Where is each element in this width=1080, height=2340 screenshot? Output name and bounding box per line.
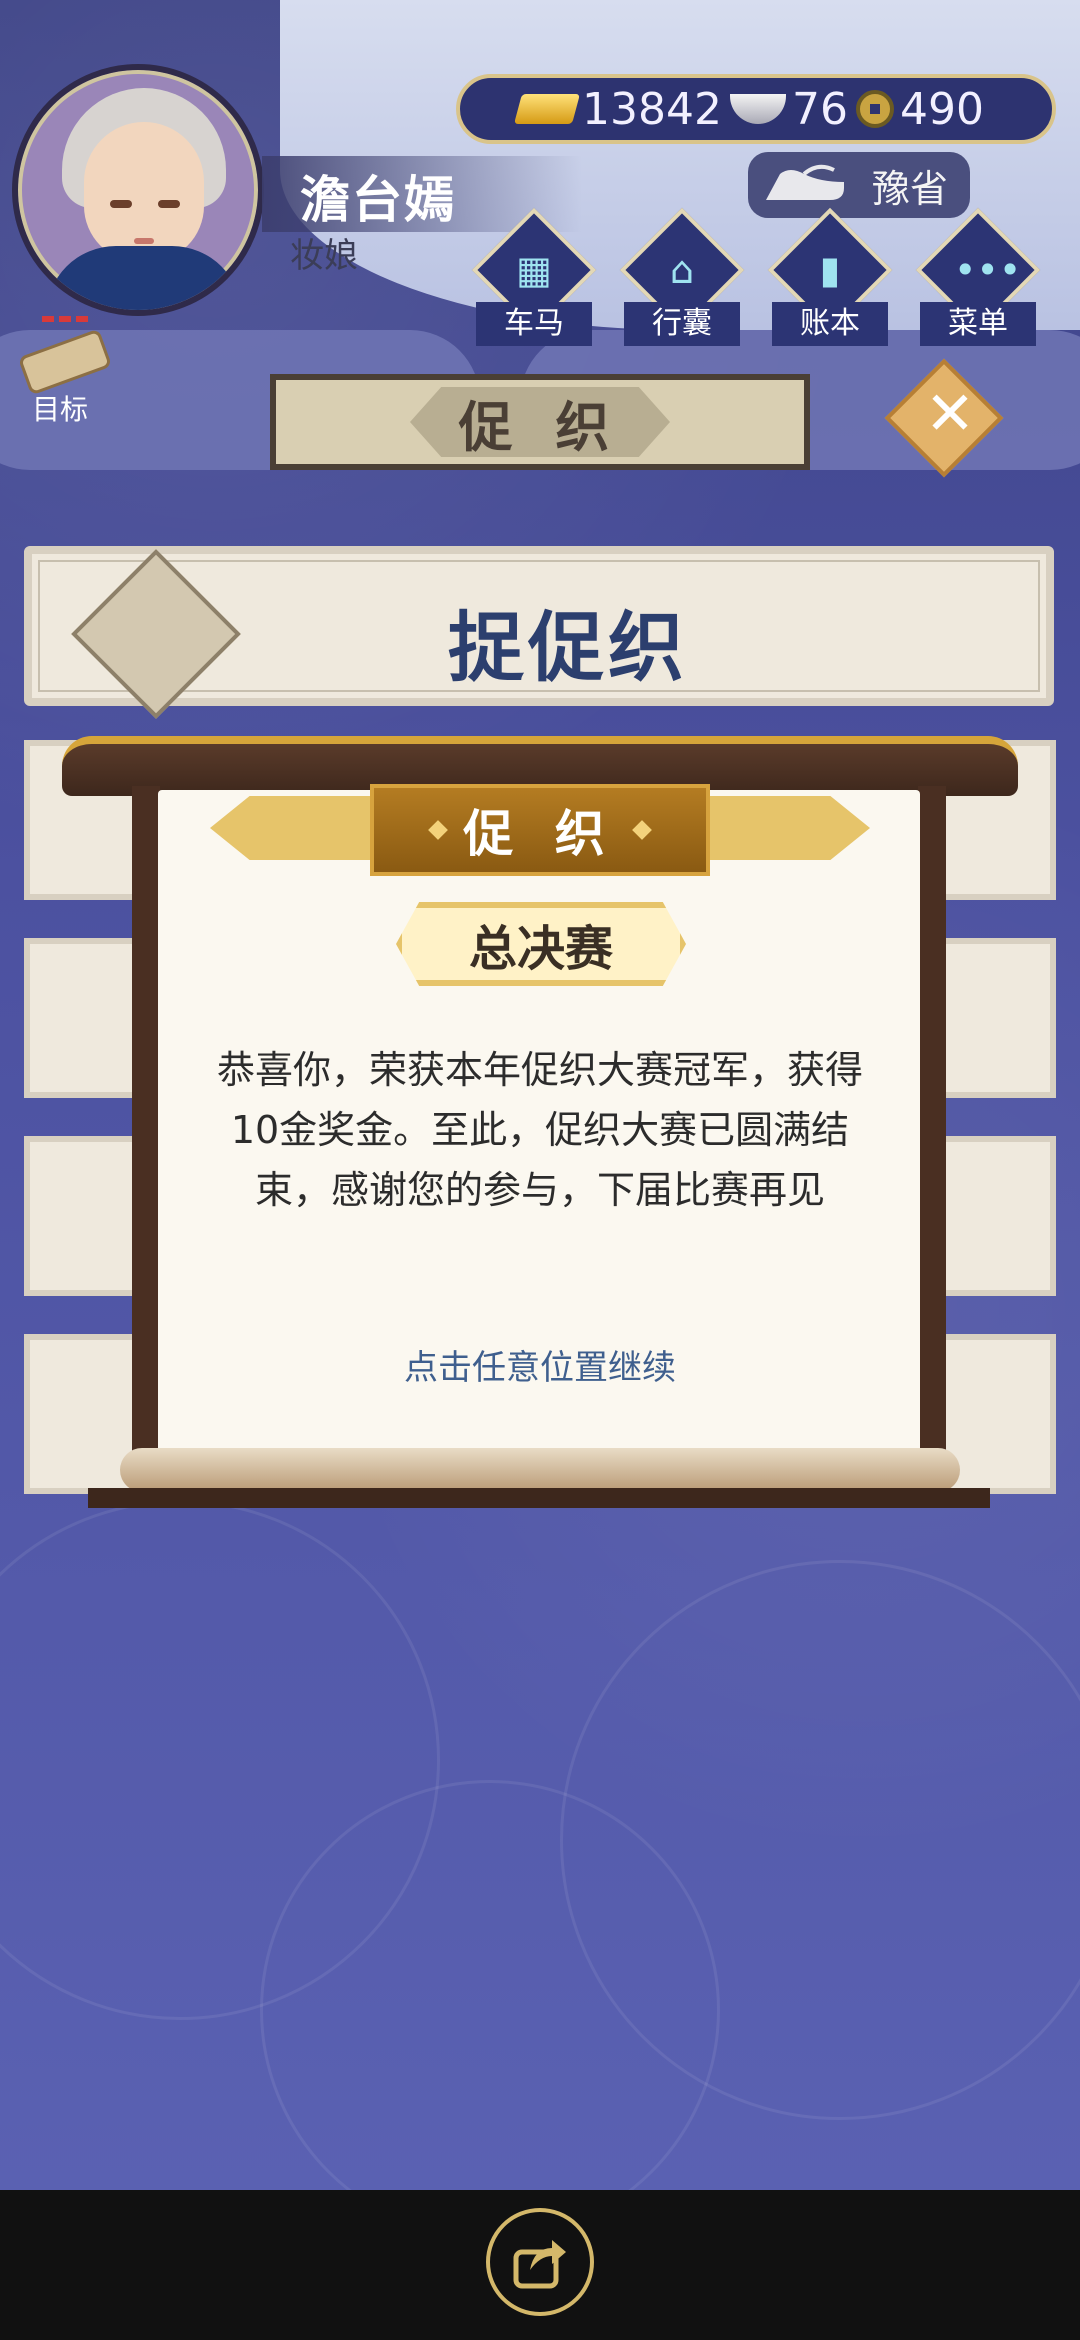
nav-bag-label: 行囊 (624, 302, 740, 346)
nav-ledger-label: 账本 (772, 302, 888, 346)
page-title-banner: 促 织 (270, 374, 810, 470)
dialog-message: 恭喜你，荣获本年促织大赛冠军，获得10金奖金。至此，促织大赛已圆满结束，感谢您的… (216, 1048, 863, 1212)
player-name: 澹台嫣 (300, 171, 456, 229)
nav-carriage-label: 车马 (476, 302, 592, 346)
goal-label: 目标 (32, 393, 89, 426)
avatar-eye (110, 200, 132, 208)
gold-bar-icon (513, 94, 581, 124)
bag-icon: ⌂ (669, 248, 695, 292)
list-item-edge (936, 938, 1056, 1098)
list-item-edge (24, 938, 144, 1098)
ledger-icon: ▮ (819, 248, 841, 292)
copper-coin-icon (855, 90, 894, 128)
nav-bag-button[interactable]: ⌂ 行囊 (618, 207, 746, 346)
dialog-scroll-roll (120, 1448, 960, 1492)
share-button[interactable] (486, 2208, 594, 2316)
avatar-mouth (134, 238, 154, 244)
dialog-title-plaque: 促 织 (370, 784, 710, 876)
silver-amount: 76 (791, 83, 848, 135)
continue-hint[interactable]: 点击任意位置继续 (198, 1340, 882, 1389)
location-name: 豫省 (871, 166, 948, 211)
iron-icon (766, 164, 844, 200)
currency-bar: 13842 76 490 (456, 74, 1056, 144)
list-item-edge (936, 1136, 1056, 1296)
stage-badge: 总决赛 (396, 902, 686, 986)
page-title: 促 织 (410, 387, 670, 457)
dialog-base (88, 1488, 990, 1508)
dialog-title: 促 织 (463, 805, 617, 863)
nav-menu-button[interactable]: ••• 菜单 (914, 207, 1042, 346)
carriage-icon: ▦ (516, 248, 552, 292)
nav-ledger-button[interactable]: ▮ 账本 (766, 207, 894, 346)
gold-currency: 13842 (513, 83, 722, 135)
player-title: 妆娘 (290, 236, 358, 276)
dialog-post-right (918, 786, 946, 1486)
coin-currency: 490 (855, 83, 984, 135)
nav-carriage-button[interactable]: ▦ 车马 (470, 207, 598, 346)
diamond-gem-icon (631, 820, 652, 840)
location-button[interactable]: 豫省 (748, 152, 970, 218)
gold-amount: 13842 (582, 83, 722, 135)
avatar-eye (158, 200, 180, 208)
coin-amount: 490 (899, 83, 984, 135)
avatar[interactable] (12, 64, 264, 316)
dialog-post-left (132, 786, 160, 1486)
event-title: 捉促织 (448, 603, 688, 692)
list-item-edge (24, 1136, 144, 1296)
diamond-gem-icon (428, 820, 449, 840)
goal-button[interactable]: 目标 (12, 306, 122, 426)
close-icon[interactable]: ✕ (920, 384, 980, 444)
nav-menu-label: 菜单 (920, 302, 1036, 346)
share-icon (513, 2240, 566, 2289)
silver-ingot-icon (729, 94, 786, 124)
more-icon: ••• (954, 248, 1022, 292)
silver-currency: 76 (729, 83, 848, 135)
